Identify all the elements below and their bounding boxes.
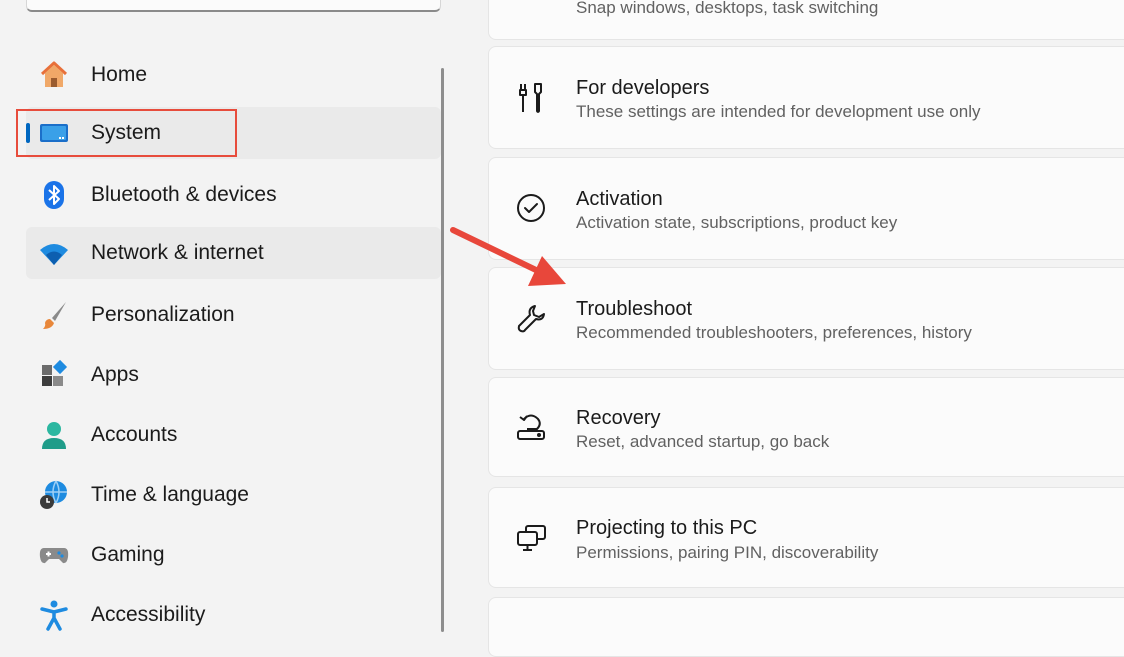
annotation-arrow xyxy=(450,227,566,286)
